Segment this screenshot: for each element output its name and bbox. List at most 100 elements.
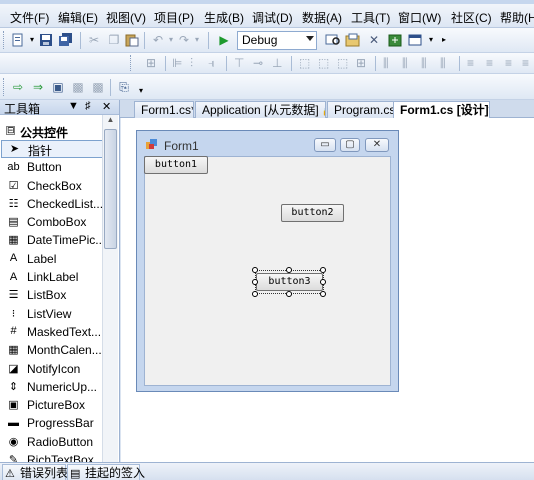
find-icon[interactable]	[325, 32, 341, 48]
maximize-icon[interactable]: ▢	[340, 138, 360, 152]
separator	[291, 56, 292, 71]
dropdown-arrow-icon[interactable]: ▾	[189, 32, 205, 48]
step-into-icon[interactable]: ⇨	[10, 79, 26, 95]
toolbox-item-label: PictureBox	[27, 398, 86, 413]
toolbar-grip[interactable]	[3, 78, 6, 96]
breakpoint-icon[interactable]: ▣	[50, 79, 66, 95]
size-to-grid-icon[interactable]: ⊞	[356, 56, 366, 70]
separator	[459, 56, 460, 71]
window-icon[interactable]	[407, 32, 423, 48]
step-over-icon[interactable]: ⇒	[30, 79, 46, 95]
resize-handle-n[interactable]	[286, 267, 292, 273]
resize-handle-w[interactable]	[252, 279, 258, 285]
tab-program-cs[interactable]: Program.cs	[327, 101, 397, 118]
toolbar-grip[interactable]	[130, 55, 133, 71]
minimize-icon[interactable]: ▭	[314, 138, 336, 152]
tab-pending-checkins[interactable]: ▤ 挂起的签入	[67, 464, 145, 480]
same-height-icon[interactable]: ⬚	[318, 56, 329, 70]
more-icon[interactable]: ▸	[436, 32, 452, 48]
save-all-icon[interactable]	[58, 32, 74, 48]
toolbox-scrollbar[interactable]: ▲	[102, 115, 118, 462]
toolbox-item-label: LinkLabel	[27, 270, 79, 285]
configuration-combo[interactable]: Debug	[237, 31, 317, 50]
tab-form1-code[interactable]: Form1.cs*	[134, 101, 194, 118]
menu-build[interactable]: 生成(B)	[204, 9, 244, 26]
menu-help[interactable]: 帮助(H)	[500, 9, 534, 26]
tab-order-icon[interactable]: ⎘	[116, 79, 132, 95]
menu-project[interactable]: 项目(P)	[154, 9, 194, 26]
datetimepicker-icon: ▦	[8, 234, 19, 247]
comment-icon[interactable]: ▩	[90, 79, 106, 95]
v-spacing-equal-icon[interactable]: ≡	[467, 56, 474, 70]
v-spacing-decrease-icon[interactable]: ≡	[505, 56, 512, 70]
pin-icon[interactable]: ♯	[85, 100, 91, 112]
resize-handle-sw[interactable]	[252, 291, 258, 297]
menu-file[interactable]: 文件(F)	[10, 9, 49, 26]
window-position-icon[interactable]: ▼	[68, 100, 79, 112]
collapse-icon[interactable]: ⊟	[6, 126, 15, 135]
align-to-grid-icon[interactable]: ⊞	[146, 56, 156, 70]
cut-icon[interactable]: ✂	[86, 32, 102, 48]
tab-label: Form1.cs [设计]*	[400, 103, 490, 117]
resize-handle-nw[interactable]	[252, 267, 258, 273]
toolbox-icon[interactable]	[387, 32, 403, 48]
h-spacing-decrease-icon[interactable]: ⫼	[421, 56, 427, 71]
resize-handle-se[interactable]	[320, 291, 326, 297]
v-spacing-remove-icon[interactable]: ≡	[522, 56, 529, 70]
toolbox-panel: 工具箱 ▼ ♯ ✕ ⊟ 公共控件 ➤ 指针 ab Button ☑ CheckBox ☷ Ch…	[0, 100, 120, 462]
button1[interactable]: button1	[144, 156, 208, 174]
menu-window[interactable]: 窗口(W)	[398, 9, 441, 26]
menu-edit[interactable]: 编辑(E)	[58, 9, 98, 26]
menu-data[interactable]: 数据(A)	[302, 9, 342, 26]
toolbar-grip[interactable]	[3, 31, 6, 49]
same-size-icon[interactable]: ⬚	[337, 56, 348, 70]
toolbox-item-label: Button	[27, 160, 62, 175]
align-tops-icon[interactable]: ⊤	[234, 56, 244, 70]
form-titlebar[interactable]: Form1 ▭ ▢ ✕	[137, 131, 398, 155]
start-debug-icon[interactable]: ▶	[216, 32, 232, 48]
menu-tools[interactable]: 工具(T)	[351, 9, 390, 26]
save-icon[interactable]	[38, 32, 54, 48]
scroll-up-icon[interactable]: ▲	[103, 115, 118, 129]
align-middles-icon[interactable]: ⊸	[253, 56, 263, 70]
copy-icon[interactable]: ❐	[106, 32, 122, 48]
toolbox-item-label: 指针	[28, 144, 53, 158]
menu-community[interactable]: 社区(C)	[451, 9, 492, 26]
listview-icon: ⁝	[11, 307, 16, 320]
lock-icon: 🔒	[322, 106, 325, 116]
resize-handle-ne[interactable]	[320, 267, 326, 273]
align-lefts-icon[interactable]: ⊫	[172, 56, 182, 70]
close-icon[interactable]: ✕	[102, 100, 111, 113]
numericupdown-icon: ⇕	[8, 380, 19, 393]
toolbox-item[interactable]: ➤ 指针	[1, 140, 118, 159]
error-list-icon: ⚠	[5, 468, 15, 480]
resize-handle-s[interactable]	[286, 291, 292, 297]
scroll-thumb[interactable]	[104, 129, 117, 249]
tab-form1-designer[interactable]: Form1.cs [设计]*	[393, 101, 490, 119]
menu-debug[interactable]: 调试(D)	[252, 9, 293, 26]
bookmark-icon[interactable]: ▩	[70, 79, 86, 95]
v-spacing-increase-icon[interactable]: ≡	[486, 56, 493, 70]
paste-icon[interactable]	[124, 32, 140, 48]
checkbox-icon: ☑	[8, 179, 19, 192]
more-icon[interactable]: ▾	[133, 83, 149, 99]
solution-explorer-icon[interactable]	[345, 32, 361, 48]
button2[interactable]: button2	[281, 204, 344, 222]
toolbox-item-label: MaskedText...	[27, 324, 102, 339]
separator	[110, 79, 111, 96]
properties-icon[interactable]: ✕	[366, 32, 382, 48]
tab-error-list[interactable]: ⚠ 错误列表	[2, 464, 68, 480]
align-centers-icon[interactable]: ⫶	[190, 56, 193, 71]
h-spacing-increase-icon[interactable]: ⫼	[402, 56, 408, 71]
resize-handle-e[interactable]	[320, 279, 326, 285]
h-spacing-remove-icon[interactable]: ⫼	[440, 56, 446, 71]
same-width-icon[interactable]: ⬚	[299, 56, 310, 70]
close-icon[interactable]: ✕	[365, 138, 389, 152]
h-spacing-equal-icon[interactable]: ⫼	[383, 56, 389, 71]
align-rights-icon[interactable]: ⫣	[208, 56, 215, 71]
combobox-icon: ▤	[8, 216, 19, 229]
menu-view[interactable]: 视图(V)	[106, 9, 146, 26]
toolbox-item-label: MonthCalen...	[27, 343, 102, 358]
tab-application-metadata[interactable]: Application [从元数据]🔒	[195, 101, 326, 118]
align-bottoms-icon[interactable]: ⊥	[272, 56, 282, 70]
